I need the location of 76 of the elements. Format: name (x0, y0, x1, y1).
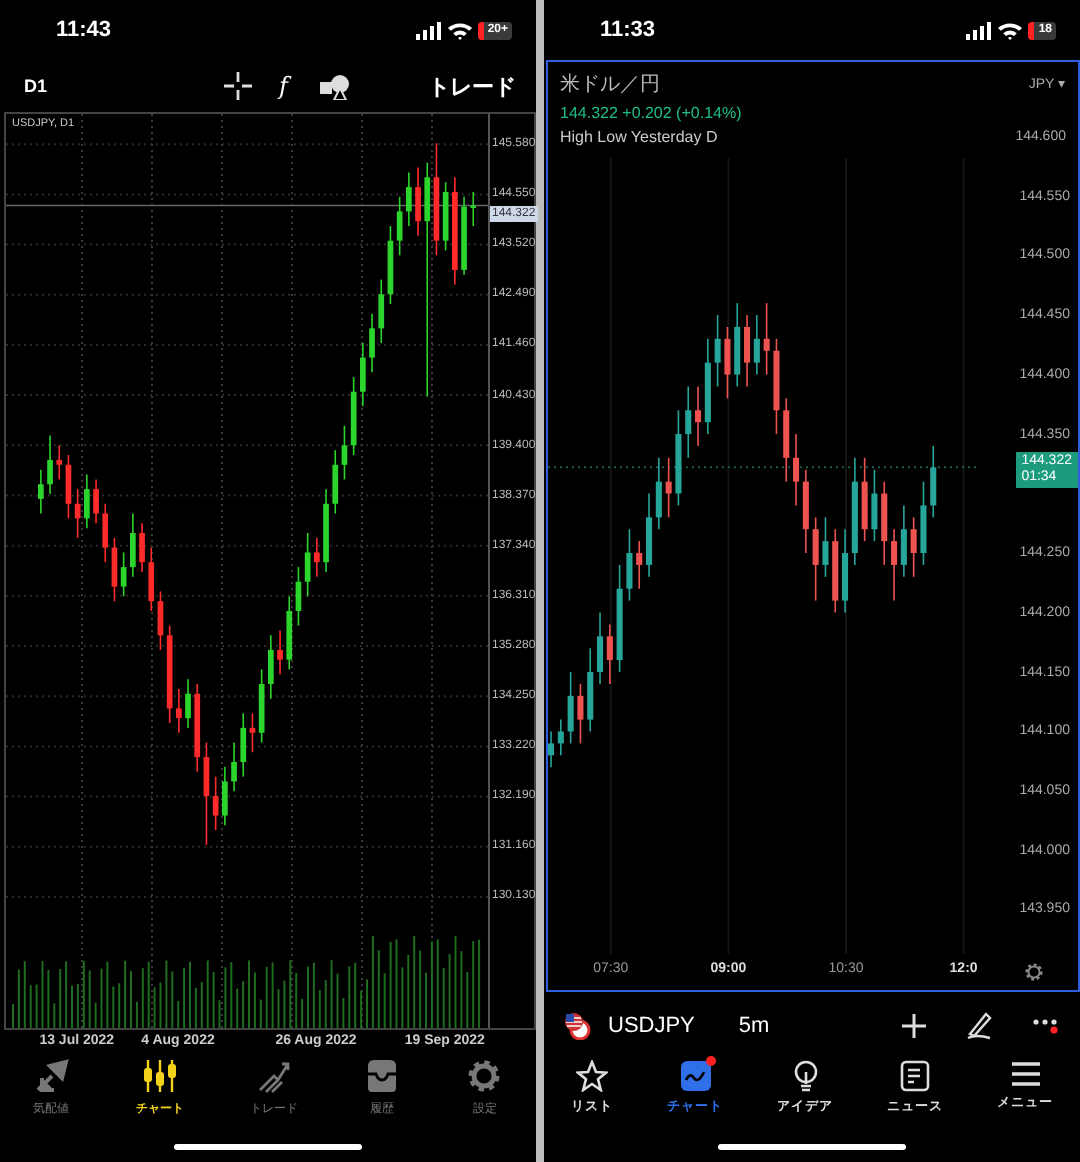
candle (47, 434, 53, 495)
indicator-label: High Low Yesterday D (560, 128, 718, 146)
chart-icon (679, 1060, 711, 1092)
candle (360, 342, 366, 408)
candlestick-icon (141, 1058, 178, 1094)
candle (176, 688, 182, 734)
candle (714, 314, 721, 388)
interval-button[interactable]: 5m (738, 1014, 770, 1038)
trade-button[interactable]: トレード (428, 71, 516, 101)
candle (763, 302, 770, 376)
candle (861, 457, 868, 542)
candle (314, 537, 320, 578)
plus-icon[interactable] (902, 1014, 926, 1038)
candle (920, 480, 927, 566)
candle (822, 516, 829, 578)
more-icon[interactable] (1032, 1018, 1060, 1034)
candle (881, 480, 888, 566)
candle (415, 166, 421, 237)
star-icon (576, 1060, 608, 1092)
candle (461, 196, 467, 276)
signal-icon (415, 21, 442, 39)
lightbulb-icon (789, 1060, 821, 1092)
candle (38, 468, 44, 515)
crosshair-icon[interactable] (223, 72, 252, 100)
candle (323, 488, 329, 573)
candle (675, 409, 682, 507)
candle (587, 647, 594, 733)
status-time: 11:43 (56, 18, 112, 42)
candle (231, 741, 237, 792)
wifi-icon (998, 21, 1023, 39)
candle (685, 385, 692, 459)
candle (636, 540, 643, 590)
status-time: 11:33 (600, 18, 656, 42)
wifi-icon (447, 21, 472, 39)
candle (665, 457, 672, 519)
indicator-button[interactable]: f (279, 72, 288, 100)
candle (369, 312, 375, 374)
quote-text: 144.322 +0.202 (+0.14%) (560, 104, 744, 122)
symbol-button[interactable]: USDJPY (608, 1014, 695, 1038)
candle (567, 671, 574, 745)
inbox-icon (364, 1058, 401, 1094)
pen-icon[interactable] (966, 1012, 992, 1040)
candle (734, 302, 741, 388)
candle (222, 766, 228, 827)
candle (724, 326, 731, 400)
timeframe-button[interactable]: D1 (24, 76, 48, 96)
trend-line-icon (255, 1058, 292, 1094)
pair-title: 米ドル／円 (560, 71, 660, 98)
candle (616, 564, 623, 673)
candle (871, 468, 878, 542)
menu-icon (1009, 1060, 1041, 1088)
candle (470, 191, 477, 227)
candle (626, 528, 633, 602)
candle (783, 397, 790, 483)
candle (812, 516, 819, 602)
candle (268, 634, 274, 700)
candle (930, 445, 937, 519)
candle (130, 512, 136, 578)
candle (452, 176, 458, 286)
candle (277, 629, 283, 676)
candle (773, 338, 780, 435)
signal-icon (966, 21, 993, 39)
candle (185, 678, 191, 729)
candle (832, 528, 839, 614)
candle (406, 171, 412, 227)
shapes-icon[interactable] (319, 73, 350, 99)
candle (93, 478, 99, 525)
settings-icon[interactable] (1024, 962, 1044, 982)
candle (577, 683, 584, 745)
candle (910, 516, 917, 578)
candle (84, 473, 90, 529)
flag-icon (564, 1012, 592, 1040)
candle (139, 522, 145, 573)
arrows-icon (33, 1058, 70, 1094)
settings-icon (466, 1058, 503, 1094)
newspaper-icon (899, 1060, 931, 1092)
